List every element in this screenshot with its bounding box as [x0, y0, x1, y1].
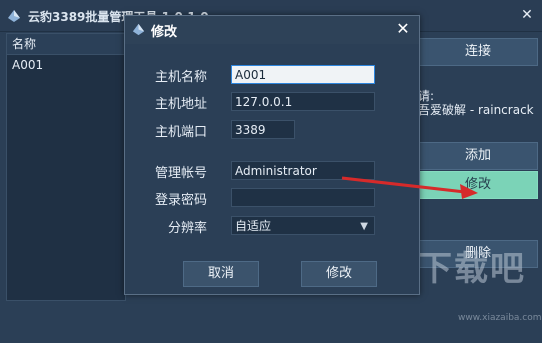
annotation-arrow [341, 176, 478, 199]
